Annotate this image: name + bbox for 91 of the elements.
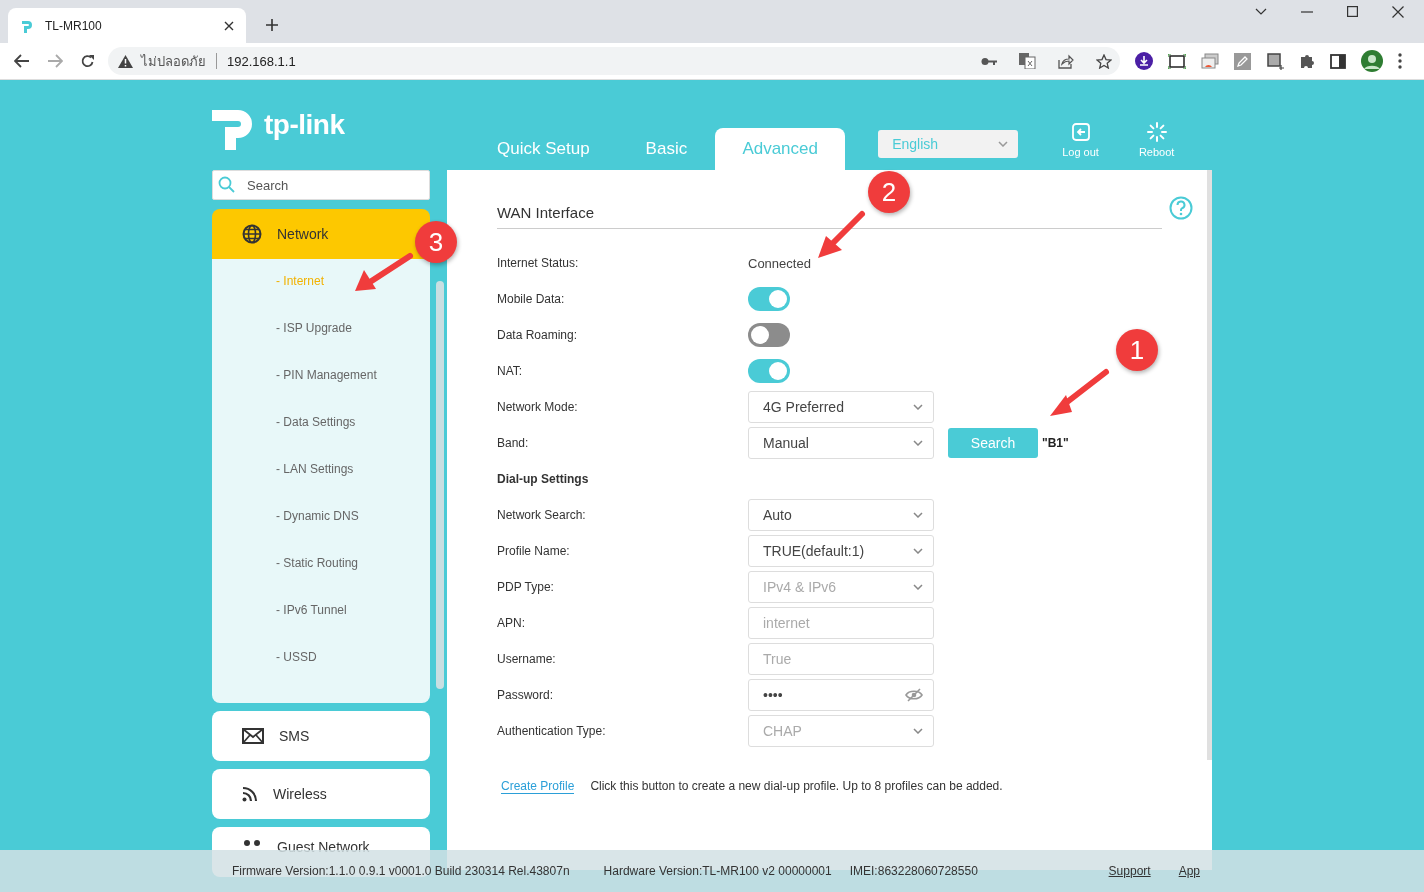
browser-tab[interactable]: TL-MR100 bbox=[8, 8, 246, 43]
brand-name: tp-link bbox=[264, 109, 345, 141]
chevron-icon[interactable] bbox=[1255, 7, 1267, 16]
submenu-item[interactable]: - LAN Settings bbox=[212, 461, 430, 508]
chevron-icon bbox=[913, 548, 923, 554]
more-icon[interactable] bbox=[1398, 53, 1402, 69]
menu-section[interactable]: Network bbox=[212, 209, 430, 259]
search-icon bbox=[218, 176, 235, 193]
band-note: "B1" bbox=[1042, 436, 1069, 450]
mail-icon bbox=[242, 728, 264, 744]
globe-icon bbox=[242, 224, 262, 244]
download-icon[interactable] bbox=[1135, 52, 1153, 70]
screen-capture-icon[interactable] bbox=[1168, 53, 1186, 69]
crop-icon[interactable] bbox=[1266, 52, 1284, 70]
help-text: Click this button to create a new dial-up profile. Up to 8 profiles can be added. bbox=[590, 779, 1003, 794]
menu-section[interactable]: SMS bbox=[212, 711, 430, 761]
pointer-arrow bbox=[818, 211, 865, 258]
warning-icon bbox=[118, 54, 133, 68]
field-label: Password: bbox=[497, 688, 555, 702]
field-label: Mobile Data: bbox=[497, 292, 566, 306]
pointer-arrow bbox=[355, 253, 413, 291]
toggle-switch[interactable] bbox=[748, 323, 790, 347]
key-icon[interactable] bbox=[981, 56, 997, 66]
field-label: Username: bbox=[497, 652, 557, 666]
select-field[interactable]: TRUE(default:1) bbox=[748, 535, 934, 567]
cast-icon[interactable] bbox=[1201, 53, 1219, 69]
hidden-eye-icon[interactable] bbox=[905, 688, 923, 702]
field-label: Internet Status: bbox=[497, 256, 580, 270]
submenu-item[interactable]: - PIN Management bbox=[212, 367, 430, 414]
toggle-switch[interactable] bbox=[748, 287, 790, 311]
puzzle-icon[interactable] bbox=[1299, 53, 1315, 69]
toggle-switch[interactable] bbox=[748, 359, 790, 383]
chevron-icon bbox=[913, 404, 923, 410]
field-label: Network Search: bbox=[497, 508, 587, 522]
side-panel-icon[interactable] bbox=[1330, 53, 1346, 69]
hardware-version: Hardware Version:TL-MR100 v2 00000001 bbox=[603, 864, 832, 878]
submenu-item[interactable]: - Data Settings bbox=[212, 414, 430, 461]
new-tab-icon[interactable] bbox=[266, 19, 278, 31]
tab-title: TL-MR100 bbox=[45, 18, 103, 33]
imei-text: IMEI:863228060728550 bbox=[849, 864, 978, 878]
url-text: 192.168.1.1 bbox=[227, 53, 296, 69]
people-icon bbox=[242, 839, 262, 849]
field-label: APN: bbox=[497, 616, 526, 630]
signal-icon bbox=[242, 786, 258, 802]
close-icon[interactable] bbox=[1392, 5, 1404, 18]
submenu-item[interactable]: - USSD bbox=[212, 649, 430, 696]
security-label: ไม่ปลอดภัย bbox=[141, 52, 206, 71]
submenu-item[interactable]: - ISP Upgrade bbox=[212, 320, 430, 367]
submenu-item[interactable]: - Static Routing bbox=[212, 555, 430, 602]
search-field[interactable]: Search bbox=[212, 170, 430, 200]
field-label: Data Roaming: bbox=[497, 328, 579, 342]
subsection-heading: Dial-up Settings bbox=[497, 472, 589, 486]
share-icon[interactable] bbox=[1058, 53, 1074, 69]
scrollbar[interactable] bbox=[436, 281, 444, 689]
chevron-icon bbox=[998, 141, 1009, 147]
edit-icon[interactable] bbox=[1234, 52, 1251, 70]
select-field[interactable]: Auto bbox=[748, 499, 934, 531]
close-icon[interactable] bbox=[224, 20, 234, 31]
maximize-icon[interactable] bbox=[1347, 6, 1358, 17]
scrollbar[interactable] bbox=[1207, 170, 1212, 760]
field-label: Band: bbox=[497, 436, 530, 450]
submenu-item[interactable]: - Dynamic DNS bbox=[212, 508, 430, 555]
submenu-item[interactable]: - IPv6 Tunnel bbox=[212, 602, 430, 649]
chevron-icon bbox=[913, 512, 923, 518]
minimize-icon[interactable] bbox=[1301, 10, 1313, 13]
field-label: Profile Name: bbox=[497, 544, 571, 558]
address-bar[interactable]: ไม่ปลอดภัย 192.168.1.1 bbox=[108, 47, 1120, 75]
footer-link[interactable]: App bbox=[1178, 864, 1200, 878]
create-profile-link[interactable]: Create Profile bbox=[501, 779, 575, 794]
chevron-icon bbox=[913, 728, 923, 734]
field-label: NAT: bbox=[497, 364, 524, 378]
field-label: Network Mode: bbox=[497, 400, 579, 414]
field-label: Authentication Type: bbox=[497, 724, 607, 738]
avatar-icon[interactable] bbox=[1361, 50, 1383, 72]
pointer-arrow bbox=[1050, 369, 1109, 416]
input-field[interactable]: •••• bbox=[748, 679, 934, 711]
field-label: PDP Type: bbox=[497, 580, 555, 594]
select-field[interactable]: Manual bbox=[748, 427, 934, 459]
status-value: Connected bbox=[748, 255, 811, 271]
select-field[interactable]: 4G Preferred bbox=[748, 391, 934, 423]
chevron-icon bbox=[913, 440, 923, 446]
firmware-version: Firmware Version:1.1.0 0.9.1 v0001.0 Build 230314 Rel.43807n bbox=[232, 864, 570, 878]
translate-icon[interactable] bbox=[1019, 53, 1036, 69]
logout-icon bbox=[1070, 122, 1091, 142]
spinner-icon bbox=[1146, 122, 1167, 142]
chevron-icon bbox=[913, 584, 923, 590]
back-icon[interactable] bbox=[14, 54, 30, 68]
menu-section[interactable]: Wireless bbox=[212, 769, 430, 819]
star-icon[interactable] bbox=[1096, 53, 1112, 69]
footer-link[interactable]: Support bbox=[1108, 864, 1151, 878]
reload-icon[interactable] bbox=[80, 53, 95, 69]
